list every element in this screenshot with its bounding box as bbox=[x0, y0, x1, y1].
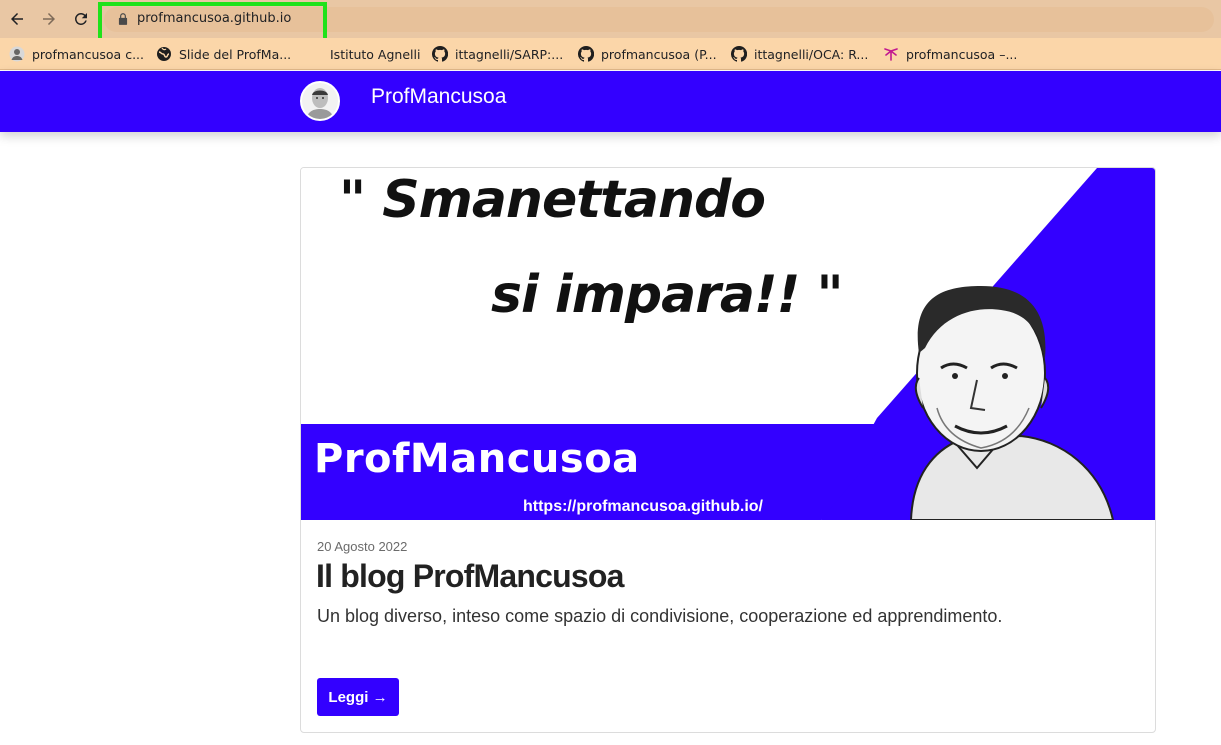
bookmark-label: Istituto Agnelli bbox=[330, 46, 421, 62]
hero-quote-line1: " Smanettando bbox=[339, 170, 766, 230]
arrow-right-icon bbox=[43, 13, 55, 25]
bookmark-label: profmancusoa (P... bbox=[601, 46, 717, 62]
github-icon bbox=[731, 46, 747, 62]
browser-toolbar: profmancusoa.github.io bbox=[0, 0, 1221, 44]
hero-brand: ProfMancusoa bbox=[314, 436, 640, 482]
back-button[interactable] bbox=[5, 7, 29, 31]
bookmark-item[interactable]: profmancusoa –... bbox=[883, 44, 1017, 64]
bookmark-label: profmancusoa c... bbox=[32, 46, 144, 62]
post-hero-image[interactable]: " Smanettando si impara!! " ProfMancusoa… bbox=[301, 168, 1155, 520]
post-title[interactable]: Il blog ProfMancusoa bbox=[316, 558, 624, 595]
bookmark-label: ittagnelli/OCA: R... bbox=[754, 46, 869, 62]
bookmark-label: profmancusoa –... bbox=[906, 46, 1018, 62]
avatar-portrait bbox=[302, 83, 338, 119]
bookmark-item[interactable]: Slide del ProfMa... bbox=[156, 44, 291, 64]
hero-url: https://profmancusoa.github.io/ bbox=[523, 498, 763, 515]
bookmark-item[interactable]: ittagnelli/OCA: R... bbox=[731, 44, 868, 64]
bookmark-item[interactable]: Istituto Agnelli bbox=[307, 44, 420, 64]
reload-button[interactable] bbox=[69, 7, 93, 31]
blank-favicon bbox=[307, 46, 323, 62]
post-card: " Smanettando si impara!! " ProfMancusoa… bbox=[300, 167, 1156, 733]
post-date: 20 Agosto 2022 bbox=[317, 539, 408, 554]
bookmarks-bar: profmancusoa c... Slide del ProfMa... Is… bbox=[0, 38, 1221, 70]
arrow-left-icon bbox=[11, 13, 23, 25]
address-url[interactable]: profmancusoa.github.io bbox=[137, 11, 291, 26]
pink-favicon bbox=[883, 46, 899, 62]
hero-quote-line2: si impara!! " bbox=[491, 265, 844, 325]
bookmark-label: ittagnelli/SARP:... bbox=[455, 46, 564, 62]
site-header: ProfMancusoa bbox=[0, 71, 1221, 132]
address-bar[interactable]: profmancusoa.github.io bbox=[104, 7, 1214, 32]
read-more-button[interactable]: Leggi → bbox=[317, 678, 399, 716]
post-excerpt: Un blog diverso, inteso come spazio di c… bbox=[317, 606, 1003, 626]
bookmark-item[interactable]: profmancusoa (P... bbox=[578, 44, 717, 64]
globe-icon bbox=[156, 46, 172, 62]
avatar-favicon bbox=[9, 46, 25, 62]
github-icon bbox=[432, 46, 448, 62]
site-avatar[interactable] bbox=[300, 81, 340, 121]
bookmark-item[interactable]: profmancusoa c... bbox=[9, 44, 144, 64]
reload-icon bbox=[74, 12, 87, 25]
site-title[interactable]: ProfMancusoa bbox=[371, 85, 506, 109]
github-icon bbox=[578, 46, 594, 62]
bookmark-item[interactable]: ittagnelli/SARP:... bbox=[432, 44, 563, 64]
forward-button[interactable] bbox=[37, 7, 61, 31]
lock-icon bbox=[118, 13, 128, 25]
bookmark-label: Slide del ProfMa... bbox=[179, 46, 292, 62]
